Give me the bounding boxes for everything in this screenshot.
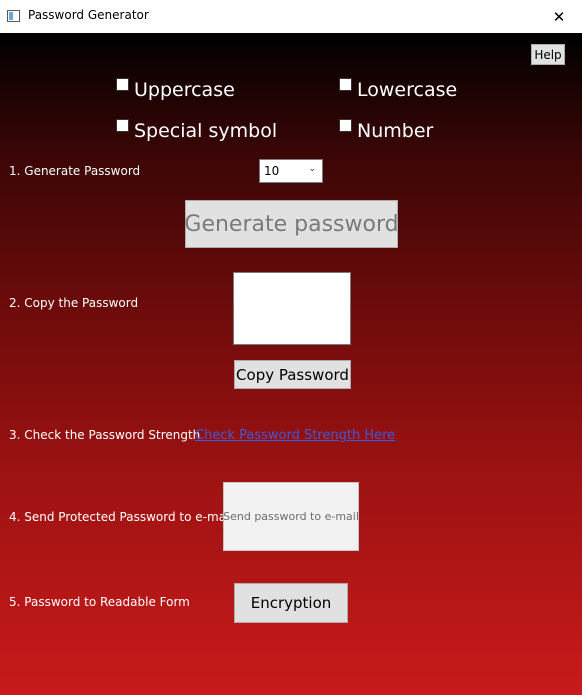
send-email-button[interactable]: Send password to e-mail: [223, 482, 359, 551]
step-generate-label: 1. Generate Password: [9, 164, 141, 178]
help-button[interactable]: Help: [531, 44, 565, 65]
number-checkbox[interactable]: Number: [339, 117, 433, 142]
number-label: Number: [357, 120, 434, 142]
close-button[interactable]: ✕: [536, 0, 582, 33]
special-symbol-checkbox-box[interactable]: [116, 119, 129, 132]
password-length-value: 10: [264, 164, 280, 178]
uppercase-checkbox-box[interactable]: [116, 78, 129, 91]
lowercase-label: Lowercase: [357, 79, 458, 101]
close-icon: ✕: [552, 7, 566, 26]
check-strength-link[interactable]: Check Password Strength Here: [195, 428, 395, 443]
window-title: Password Generator: [28, 8, 149, 22]
step-copy-label: 2. Copy the Password: [9, 296, 139, 310]
special-symbol-checkbox[interactable]: Special symbol: [116, 117, 277, 142]
step-send-label: 4. Send Protected Password to e-mail: [9, 510, 233, 524]
app-icon: [7, 10, 20, 22]
password-length-select[interactable]: 10 ⌄: [259, 159, 323, 183]
password-generator-window: Password Generator ✕ Help Uppercase Lowe…: [0, 0, 582, 695]
chevron-down-icon: ⌄: [308, 164, 316, 174]
lowercase-checkbox[interactable]: Lowercase: [339, 76, 457, 101]
special-symbol-label: Special symbol: [134, 120, 278, 142]
number-checkbox-box[interactable]: [339, 119, 352, 132]
main-panel: Help Uppercase Lowercase Special symbol …: [0, 33, 582, 695]
uppercase-label: Uppercase: [134, 79, 235, 101]
password-output-field[interactable]: [233, 272, 351, 345]
generate-password-button[interactable]: Generate password: [184, 200, 399, 248]
lowercase-checkbox-box[interactable]: [339, 78, 352, 91]
step-readable-label: 5. Password to Readable Form: [9, 595, 190, 609]
encryption-button[interactable]: Encryption: [234, 583, 348, 623]
uppercase-checkbox[interactable]: Uppercase: [116, 76, 235, 101]
copy-password-button[interactable]: Copy Password: [234, 360, 351, 389]
step-check-label: 3. Check the Password Strength: [9, 428, 201, 442]
title-bar: Password Generator ✕: [0, 0, 582, 33]
